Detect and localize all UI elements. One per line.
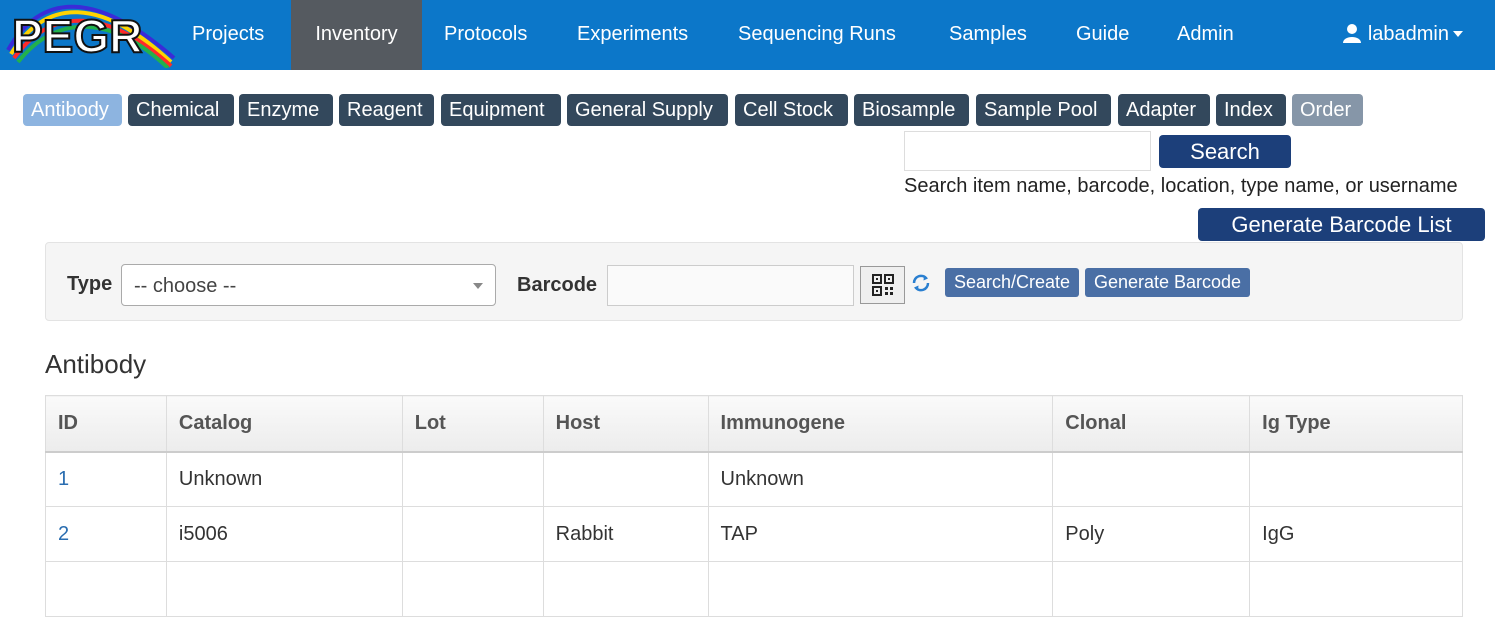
search-create-button[interactable]: Search/Create bbox=[945, 268, 1079, 297]
nav-guide[interactable]: Guide bbox=[1076, 0, 1129, 70]
cell-clonal bbox=[1052, 561, 1251, 617]
column-header-ig-type[interactable]: Ig Type bbox=[1249, 395, 1463, 453]
barcode-input[interactable] bbox=[607, 265, 854, 306]
tab-equipment[interactable]: Equipment bbox=[441, 94, 561, 126]
user-menu[interactable]: labadmin bbox=[1342, 0, 1463, 70]
cell-immunogene: Unknown bbox=[707, 451, 1054, 507]
search-hint: Search item name, barcode, location, typ… bbox=[904, 175, 1458, 197]
antibody-id-link[interactable]: 2 bbox=[58, 523, 69, 545]
logo-text: PEGR bbox=[12, 10, 142, 62]
chevron-down-icon bbox=[1453, 31, 1463, 37]
search-button[interactable]: Search bbox=[1159, 135, 1291, 168]
tab-chemical[interactable]: Chemical bbox=[128, 94, 234, 126]
tab-order[interactable]: Order bbox=[1292, 94, 1363, 126]
section-title: Antibody bbox=[45, 349, 147, 379]
column-header-lot[interactable]: Lot bbox=[401, 395, 544, 453]
username: labadmin bbox=[1367, 23, 1449, 45]
cell-lot bbox=[401, 506, 544, 562]
nav-samples[interactable]: Samples bbox=[949, 0, 1027, 70]
cell-host bbox=[542, 451, 709, 507]
user-icon bbox=[1342, 24, 1361, 43]
column-header-id[interactable]: ID bbox=[45, 395, 167, 453]
qr-code-icon bbox=[872, 274, 894, 296]
nav-protocols[interactable]: Protocols bbox=[444, 0, 527, 70]
cell-id: 1 bbox=[45, 451, 167, 507]
tab-adapter[interactable]: Adapter bbox=[1118, 94, 1210, 126]
column-header-immunogene[interactable]: Immunogene bbox=[707, 395, 1054, 453]
tab-cell-stock[interactable]: Cell Stock bbox=[735, 94, 848, 126]
table-row: 1 Unknown Unknown bbox=[45, 451, 1463, 507]
refresh-icon[interactable] bbox=[910, 272, 932, 299]
cell-host: Rabbit bbox=[542, 506, 709, 562]
pegr-logo[interactable]: PEGR bbox=[6, 2, 176, 70]
barcode-label: Barcode bbox=[517, 274, 598, 296]
column-header-catalog[interactable]: Catalog bbox=[165, 395, 403, 453]
cell-id: 2 bbox=[45, 506, 167, 562]
cell-ig-type bbox=[1249, 561, 1463, 617]
tab-sample-pool[interactable]: Sample Pool bbox=[976, 94, 1111, 126]
cell-clonal bbox=[1052, 451, 1251, 507]
tab-enzyme[interactable]: Enzyme bbox=[239, 94, 333, 126]
table-row bbox=[45, 561, 1463, 617]
cell-host bbox=[542, 561, 709, 617]
nav-admin[interactable]: Admin bbox=[1177, 0, 1234, 70]
tab-index[interactable]: Index bbox=[1216, 94, 1286, 126]
cell-ig-type: IgG bbox=[1249, 506, 1463, 562]
chevron-down-icon bbox=[473, 283, 483, 289]
table-row: 2 i5006 Rabbit TAP Poly IgG bbox=[45, 506, 1463, 562]
antibody-id-link[interactable]: 1 bbox=[58, 468, 69, 490]
generate-barcode-button[interactable]: Generate Barcode bbox=[1085, 268, 1250, 297]
tab-biosample[interactable]: Biosample bbox=[854, 94, 969, 126]
table-header-row: ID Catalog Lot Host Immunogene Clonal Ig… bbox=[45, 395, 1463, 453]
search-input[interactable] bbox=[904, 131, 1151, 171]
cell-catalog bbox=[165, 561, 403, 617]
top-navbar: PEGR Projects Inventory Protocols Experi… bbox=[0, 0, 1495, 70]
cell-lot bbox=[401, 561, 544, 617]
nav-projects[interactable]: Projects bbox=[192, 0, 264, 70]
cell-id bbox=[45, 561, 167, 617]
type-label: Type bbox=[67, 273, 113, 295]
cell-catalog: Unknown bbox=[165, 451, 403, 507]
cell-immunogene: TAP bbox=[707, 506, 1054, 562]
nav-inventory[interactable]: Inventory bbox=[291, 0, 422, 70]
column-header-clonal[interactable]: Clonal bbox=[1052, 395, 1251, 453]
type-select-value: -- choose -- bbox=[134, 275, 237, 297]
column-header-host[interactable]: Host bbox=[542, 395, 709, 453]
cell-immunogene bbox=[707, 561, 1054, 617]
cell-catalog: i5006 bbox=[165, 506, 403, 562]
antibody-table: ID Catalog Lot Host Immunogene Clonal Ig… bbox=[45, 395, 1463, 617]
generate-barcode-list-button[interactable]: Generate Barcode List bbox=[1198, 208, 1485, 241]
nav-sequencing-runs[interactable]: Sequencing Runs bbox=[738, 0, 896, 70]
cell-lot bbox=[401, 451, 544, 507]
scan-qr-button[interactable] bbox=[860, 266, 905, 304]
type-select[interactable]: -- choose -- bbox=[121, 264, 496, 306]
cell-clonal: Poly bbox=[1052, 506, 1251, 562]
tab-general-supply[interactable]: General Supply bbox=[567, 94, 728, 126]
cell-ig-type bbox=[1249, 451, 1463, 507]
nav-experiments[interactable]: Experiments bbox=[577, 0, 688, 70]
tab-reagent[interactable]: Reagent bbox=[339, 94, 434, 126]
tab-antibody[interactable]: Antibody bbox=[23, 94, 122, 126]
